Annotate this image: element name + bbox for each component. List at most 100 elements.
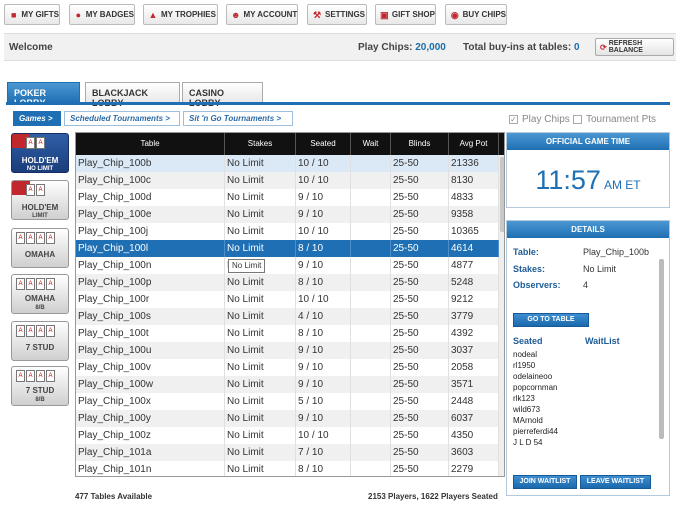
card-icon: A (46, 370, 55, 382)
seated-cell: 8 / 10 (296, 274, 351, 291)
blinds-cell: 25-50 (391, 189, 449, 206)
my-account-button[interactable]: ☻ MY ACCOUNT (226, 4, 298, 25)
details-scrollbar[interactable] (659, 259, 664, 439)
table-row[interactable]: Play_Chip_100v No Limit 9 / 10 25-50 2058 (76, 359, 499, 376)
tab-poker-lobby[interactable]: POKER LOBBY (7, 82, 80, 108)
list-item: rl1950 (513, 361, 536, 370)
leave-waitlist-button[interactable]: LEAVE WAITLIST (580, 475, 651, 489)
table-row[interactable]: Play_Chip_101n No Limit 8 / 10 25-50 2279 (76, 461, 499, 476)
wait-cell (351, 257, 391, 274)
column-header-seated[interactable]: Seated (296, 133, 351, 155)
buy-chips-button[interactable]: ◉ BUY CHIPS (445, 4, 507, 25)
table-row[interactable]: Play_Chip_100t No Limit 8 / 10 25-50 4392 (76, 325, 499, 342)
table-row[interactable]: Play_Chip_100s No Limit 4 / 10 25-50 3779 (76, 308, 499, 325)
table-name-cell: Play_Chip_100p (76, 274, 225, 291)
scrollbar-thumb[interactable] (500, 157, 504, 232)
stakes-cell: No Limit (225, 223, 296, 240)
seated-cell: 8 / 10 (296, 461, 351, 476)
table-row[interactable]: Play_Chip_100b No Limit 10 / 10 25-50 21336 (76, 155, 499, 172)
table-row[interactable]: Play_Chip_100r No Limit 10 / 10 25-50 9212 (76, 291, 499, 308)
game-omaha[interactable]: AAAA OMAHA (11, 228, 69, 268)
tables-grid: Table Stakes Seated Wait Blinds Avg Pot … (75, 132, 505, 477)
subtab-scheduled-tournaments[interactable]: Scheduled Tournaments > (64, 111, 180, 126)
gift-shop-button[interactable]: ▣ GIFT SHOP (375, 4, 436, 25)
table-name-cell: Play_Chip_100r (76, 291, 225, 308)
trophy-icon: ▲ (148, 9, 158, 20)
seated-cell: 10 / 10 (296, 291, 351, 308)
tab-underline (6, 102, 670, 105)
table-row[interactable]: Play_Chip_100l No Limit 8 / 10 25-50 4614 (76, 240, 499, 257)
blinds-cell: 25-50 (391, 444, 449, 461)
blinds-cell: 25-50 (391, 274, 449, 291)
game-holdem-limit[interactable]: AA HOLD'EM LIMIT (11, 180, 69, 220)
subtab-sit-n-go-tournaments[interactable]: Sit 'n Go Tournaments > (183, 111, 293, 126)
column-header-table[interactable]: Table (76, 133, 225, 155)
table-row[interactable]: Play_Chip_100c No Limit 10 / 10 25-50 8130 (76, 172, 499, 189)
table-row[interactable]: Play_Chip_100x No Limit 5 / 10 25-50 2448 (76, 393, 499, 410)
list-item: wild673 (513, 405, 541, 414)
subtab-games[interactable]: Games > (13, 111, 61, 126)
tab-blackjack-lobby[interactable]: BLACKJACK LOBBY (85, 82, 180, 108)
table-name-cell: Play_Chip_100y (76, 410, 225, 427)
card-icon: A (26, 325, 35, 337)
seated-cell: 9 / 10 (296, 257, 351, 274)
my-gifts-button[interactable]: ■ MY GIFTS (4, 4, 60, 25)
avg-pot-cell: 9212 (449, 291, 499, 308)
avg-pot-cell: 4833 (449, 189, 499, 206)
table-row[interactable]: Play_Chip_100u No Limit 9 / 10 25-50 3037 (76, 342, 499, 359)
table-row[interactable]: Play_Chip_100e No Limit 9 / 10 25-50 9358 (76, 206, 499, 223)
go-to-table-button[interactable]: GO TO TABLE (513, 313, 589, 327)
card-icon: A (26, 370, 35, 382)
table-row[interactable]: Play_Chip_100p No Limit 8 / 10 25-50 5248 (76, 274, 499, 291)
card-icon: A (46, 232, 55, 244)
table-name-cell: Play_Chip_100c (76, 172, 225, 189)
card-icon: A (36, 278, 45, 290)
my-badges-button[interactable]: ● MY BADGES (69, 4, 135, 25)
avg-pot-cell: 4877 (449, 257, 499, 274)
avg-pot-cell: 10365 (449, 223, 499, 240)
game-7-stud[interactable]: AAAA 7 STUD (11, 321, 69, 361)
table-row[interactable]: Play_Chip_100y No Limit 9 / 10 25-50 6037 (76, 410, 499, 427)
column-header-avg-pot[interactable]: Avg Pot (449, 133, 499, 155)
wait-cell (351, 291, 391, 308)
grid-scrollbar[interactable] (499, 155, 504, 476)
column-header-stakes[interactable]: Stakes (225, 133, 296, 155)
column-header-blinds[interactable]: Blinds (391, 133, 449, 155)
game-7-stud-hi-lo[interactable]: AAAA 7 STUD 8/B (11, 366, 69, 406)
table-row[interactable]: Play_Chip_100j No Limit 10 / 10 25-50 10365 (76, 223, 499, 240)
table-row[interactable]: Play_Chip_101a No Limit 7 / 10 25-50 3603 (76, 444, 499, 461)
table-row[interactable]: Play_Chip_100nNo Limit 9 / 10 25-504877 (76, 257, 499, 274)
cart-icon: ▣ (380, 9, 389, 20)
wait-cell (351, 240, 391, 257)
table-name-cell: Play_Chip_100s (76, 308, 225, 325)
game-holdem-no-limit[interactable]: AA HOLD'EM NO LIMIT (11, 133, 69, 173)
seated-cell: 5 / 10 (296, 393, 351, 410)
card-icon: A (16, 278, 25, 290)
avg-pot-cell: 21336 (449, 155, 499, 172)
welcome-text: Welcome (9, 42, 53, 53)
avg-pot-cell: 2279 (449, 461, 499, 476)
join-waitlist-button[interactable]: JOIN WAITLIST (513, 475, 577, 489)
play-chips-filter[interactable]: ✓ Play Chips (509, 114, 570, 125)
table-name-cell: Play_Chip_100w (76, 376, 225, 393)
details-table-value: Play_Chip_100b (583, 247, 650, 257)
table-row[interactable]: Play_Chip_100w No Limit 9 / 10 25-50 3571 (76, 376, 499, 393)
tab-casino-lobby[interactable]: CASINO LOBBY (182, 82, 263, 108)
tournament-pts-filter[interactable]: Tournament Pts (573, 114, 656, 125)
blinds-cell: 25-50 (391, 172, 449, 189)
table-row[interactable]: Play_Chip_100d No Limit 9 / 10 25-50 4833 (76, 189, 499, 206)
game-omaha-hi-lo[interactable]: AAAA OMAHA 8/B (11, 274, 69, 314)
stakes-cell: No Limit (225, 189, 296, 206)
settings-button[interactable]: ⚒ SETTINGS (307, 4, 367, 25)
avg-pot-cell: 9358 (449, 206, 499, 223)
blinds-cell: 25-50 (391, 393, 449, 410)
card-icon: A (36, 370, 45, 382)
seated-cell: 8 / 10 (296, 240, 351, 257)
column-header-wait[interactable]: Wait (351, 133, 391, 155)
table-row[interactable]: Play_Chip_100z No Limit 10 / 10 25-50 4350 (76, 427, 499, 444)
stakes-cell: No Limit (225, 291, 296, 308)
refresh-balance-button[interactable]: ⟳ REFRESH BALANCE (595, 38, 674, 56)
table-name-cell: Play_Chip_100d (76, 189, 225, 206)
avg-pot-cell: 2448 (449, 393, 499, 410)
my-trophies-button[interactable]: ▲ MY TROPHIES (143, 4, 218, 25)
